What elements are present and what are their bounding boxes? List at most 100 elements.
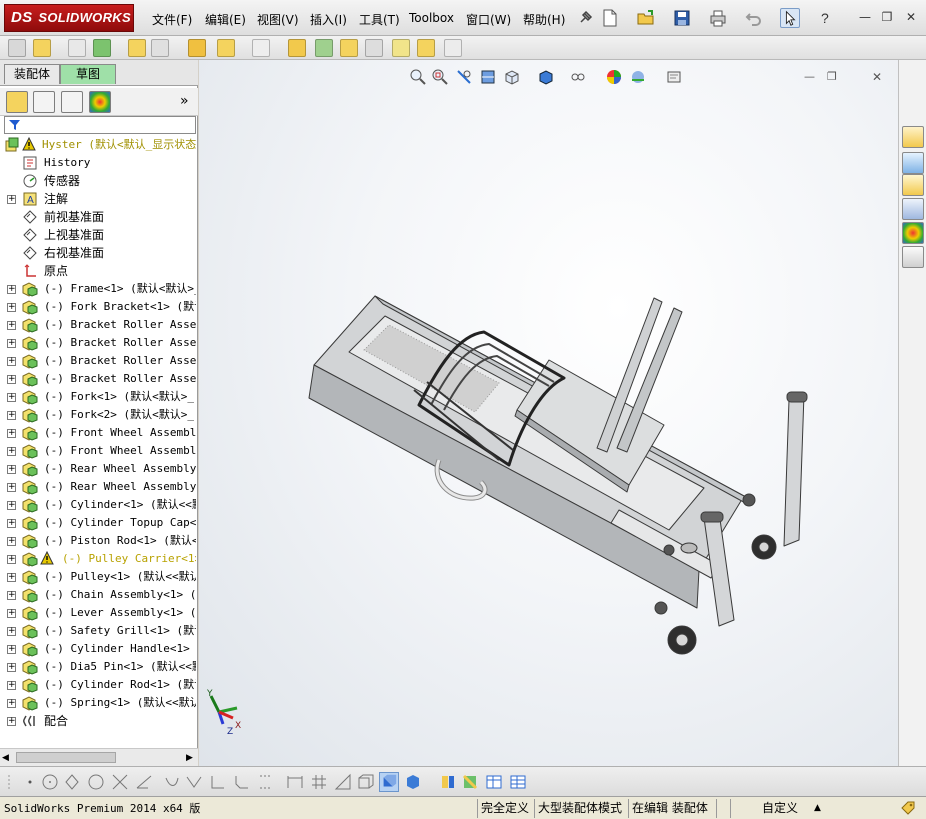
tree-item[interactable]: + (-) Cylinder<1> (默认<<默 xyxy=(0,496,196,514)
scroll-right-icon[interactable]: ▶ xyxy=(186,753,193,763)
menu-toolbox[interactable]: Toolbox xyxy=(409,11,454,25)
tree-item[interactable]: 上视基准面 xyxy=(0,226,196,244)
chamfer-icon[interactable] xyxy=(232,772,252,792)
expand-toggle[interactable]: + xyxy=(7,393,16,402)
view-cube-icon[interactable] xyxy=(403,772,423,792)
open-document-icon[interactable] xyxy=(636,8,656,28)
grid-icon[interactable] xyxy=(309,772,329,792)
tree-item[interactable]: History xyxy=(0,154,196,172)
tree-item[interactable]: + (-) Pulley Carrier<1> xyxy=(0,550,196,568)
help-icon[interactable]: ? xyxy=(816,8,836,28)
reference-geometry-icon[interactable] xyxy=(252,39,270,57)
smart-fasteners-icon[interactable] xyxy=(128,39,146,57)
tree-item[interactable]: + (-) Bracket Roller Assembl xyxy=(0,352,196,370)
expand-toggle[interactable]: + xyxy=(7,483,16,492)
filter-field[interactable] xyxy=(4,116,196,134)
expand-toggle[interactable]: + xyxy=(7,411,16,420)
tree-item[interactable]: 右视基准面 xyxy=(0,244,196,262)
expand-toggle[interactable]: + xyxy=(7,609,16,618)
new-document-icon[interactable] xyxy=(600,8,620,28)
tree-item[interactable]: 前视基准面 xyxy=(0,208,196,226)
print-icon[interactable] xyxy=(708,8,728,28)
feature-manager-tree-icon[interactable] xyxy=(6,91,28,113)
trim-icon[interactable] xyxy=(110,772,130,792)
tree-item[interactable]: + (-) Chain Assembly<1> (默 xyxy=(0,586,196,604)
component-properties-icon[interactable] xyxy=(438,772,458,792)
bill-of-materials-icon[interactable] xyxy=(315,39,333,57)
fillet-icon[interactable] xyxy=(208,772,228,792)
menu-insert[interactable]: 插入(I) xyxy=(310,11,347,28)
expand-toggle[interactable]: + xyxy=(7,555,16,564)
expand-toggle[interactable]: + xyxy=(7,663,16,672)
mass-properties-icon[interactable] xyxy=(484,772,504,792)
mate-icon[interactable] xyxy=(68,39,86,57)
linear-sketch-pattern-icon[interactable] xyxy=(256,772,276,792)
tree-item[interactable]: + (-) Safety Grill<1> (默认 xyxy=(0,622,196,640)
horizontal-scrollbar[interactable]: ◀ ▶ xyxy=(0,748,198,766)
menu-help[interactable]: 帮助(H) xyxy=(523,11,565,28)
point-icon[interactable] xyxy=(20,772,40,792)
pallet-truck-3d-model[interactable] xyxy=(199,60,898,766)
tree-item[interactable]: + (-) Front Wheel Assembly< xyxy=(0,424,196,442)
expand-toggle[interactable]: + xyxy=(7,645,16,654)
expand-toggle[interactable]: + xyxy=(7,339,16,348)
graphics-area[interactable]: — ❐ ✕ Y X Z xyxy=(199,60,898,766)
tab-assembly[interactable]: 装配体 xyxy=(4,64,60,84)
tree-item[interactable]: + (-) Piston Rod<1> (默认<< xyxy=(0,532,196,550)
expand-toggle[interactable]: + xyxy=(7,375,16,384)
configuration-manager-icon[interactable] xyxy=(61,91,83,113)
exploded-view-icon[interactable] xyxy=(340,39,358,57)
tree-item[interactable]: + (-) Rear Wheel Assembly<2 xyxy=(0,478,196,496)
pin-icon[interactable] xyxy=(575,8,595,28)
scroll-left-icon[interactable]: ◀ xyxy=(2,753,9,763)
offset-icon[interactable] xyxy=(162,772,182,792)
tree-root-assembly[interactable]: Hyster (默认<默认_显示状态 xyxy=(0,136,196,154)
solidworks-logo[interactable]: DS SOLIDWORKS xyxy=(4,4,134,32)
tree-item[interactable]: + (-) Rear Wheel Assembly<1 xyxy=(0,460,196,478)
tree-item[interactable]: + (-) Bracket Roller Assembl xyxy=(0,316,196,334)
expand-toggle[interactable]: + xyxy=(7,627,16,636)
smart-dimension-icon[interactable] xyxy=(285,772,305,792)
ellipse-icon[interactable] xyxy=(62,772,82,792)
tree-item[interactable]: + (-) Cylinder Handle<1> (默 xyxy=(0,640,196,658)
expand-toggle[interactable]: + xyxy=(7,681,16,690)
expand-toggle[interactable]: + xyxy=(7,285,16,294)
tree-item[interactable]: + 配合 xyxy=(0,712,196,730)
rebuild-tag-icon[interactable] xyxy=(900,800,916,816)
measure-icon[interactable] xyxy=(460,772,480,792)
select-pointer-icon[interactable] xyxy=(780,8,800,28)
expand-toggle[interactable]: + xyxy=(7,357,16,366)
expand-toggle[interactable]: + xyxy=(7,573,16,582)
save-icon[interactable] xyxy=(672,8,692,28)
3d-sketch-icon[interactable] xyxy=(355,772,375,792)
tree-item[interactable]: + (-) Pulley<1> (默认<<默认 xyxy=(0,568,196,586)
expand-toggle[interactable]: + xyxy=(7,303,16,312)
edit-component-icon[interactable] xyxy=(8,39,26,57)
custom-properties-icon[interactable] xyxy=(902,246,924,268)
tree-item[interactable]: 原点 xyxy=(0,262,196,280)
tree-item[interactable]: + (-) Spring<1> (默认<<默认 xyxy=(0,694,196,712)
insert-component-icon[interactable] xyxy=(33,39,51,57)
linear-pattern-icon[interactable] xyxy=(93,39,111,57)
instant3d-icon[interactable] xyxy=(444,39,462,57)
minimize-button[interactable]: — xyxy=(857,10,873,24)
close-button[interactable]: ✕ xyxy=(903,10,919,24)
tree-item[interactable]: + (-) Frame<1> (默认<默认>_ xyxy=(0,280,196,298)
tree-item[interactable]: + A 注解 xyxy=(0,190,196,208)
explode-line-sketch-icon[interactable] xyxy=(365,39,383,57)
tree-item[interactable]: + (-) Fork Bracket<1> (默认< xyxy=(0,298,196,316)
sketch-icon[interactable] xyxy=(333,772,353,792)
file-explorer-icon[interactable] xyxy=(902,174,924,196)
design-library-icon[interactable] xyxy=(902,152,924,174)
tree-item[interactable]: + (-) Front Wheel Assembly< xyxy=(0,442,196,460)
property-manager-icon[interactable] xyxy=(33,91,55,113)
table-icon[interactable] xyxy=(508,772,528,792)
clearance-verification-icon[interactable] xyxy=(417,39,435,57)
expand-toggle[interactable]: + xyxy=(7,717,16,726)
tree-item[interactable]: + (-) Lever Assembly<1> (默 xyxy=(0,604,196,622)
shaded-display-icon[interactable] xyxy=(379,772,399,792)
expand-toggle[interactable]: + xyxy=(7,429,16,438)
units-arrow-icon[interactable]: ▲ xyxy=(814,800,821,817)
display-manager-icon[interactable] xyxy=(89,91,111,113)
mirror-icon[interactable] xyxy=(184,772,204,792)
